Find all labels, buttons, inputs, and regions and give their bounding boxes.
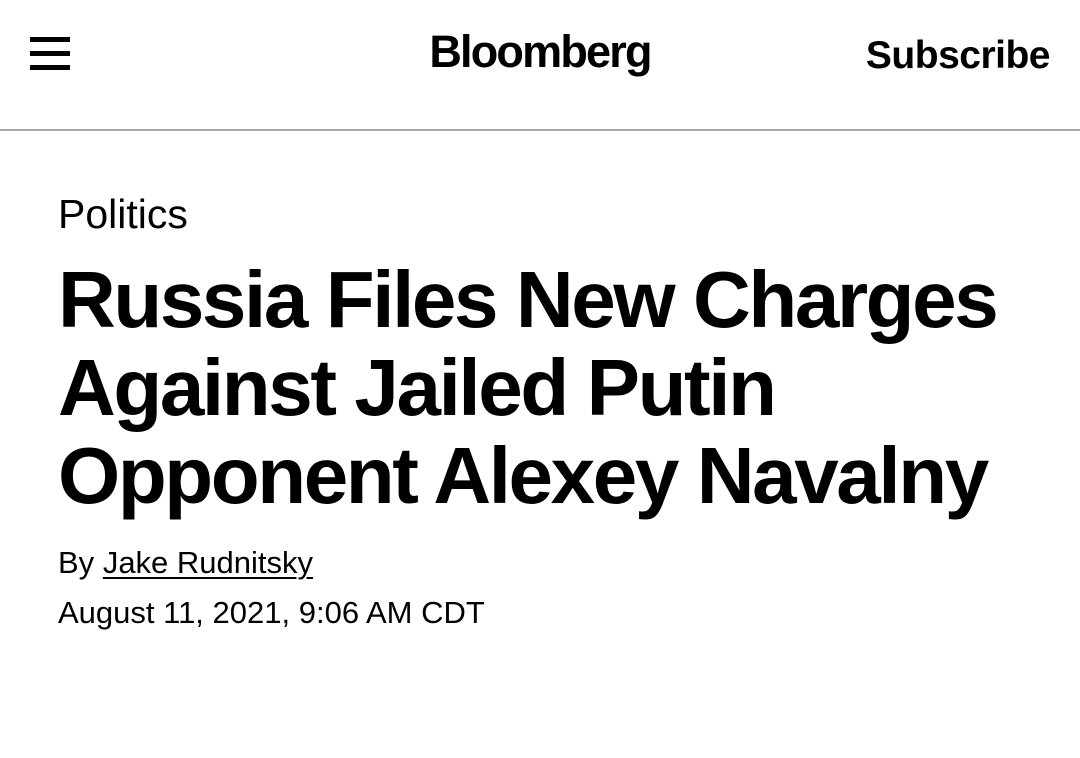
category-link[interactable]: Politics: [58, 188, 1048, 240]
publish-date: August 11, 2021, 9:06 AM CDT: [58, 595, 485, 630]
author-link[interactable]: Jake Rudnitsky: [103, 545, 313, 580]
menu-line: [30, 37, 70, 42]
menu-line: [30, 65, 70, 70]
bloomberg-logo[interactable]: Bloomberg: [429, 26, 652, 77]
byline-prefix: By: [58, 545, 95, 580]
article-headline: Russia Files New Charges Against Jailed …: [58, 255, 999, 520]
byline: By Jake Rudnitsky: [58, 542, 1048, 584]
site-header: Bloomberg Subscribe: [0, 0, 1080, 131]
subscribe-button[interactable]: Subscribe: [866, 32, 1051, 80]
article-header: Politics Russia Files New Charges Agains…: [58, 188, 1048, 634]
menu-line: [30, 51, 70, 56]
hamburger-menu-icon[interactable]: [30, 37, 70, 71]
